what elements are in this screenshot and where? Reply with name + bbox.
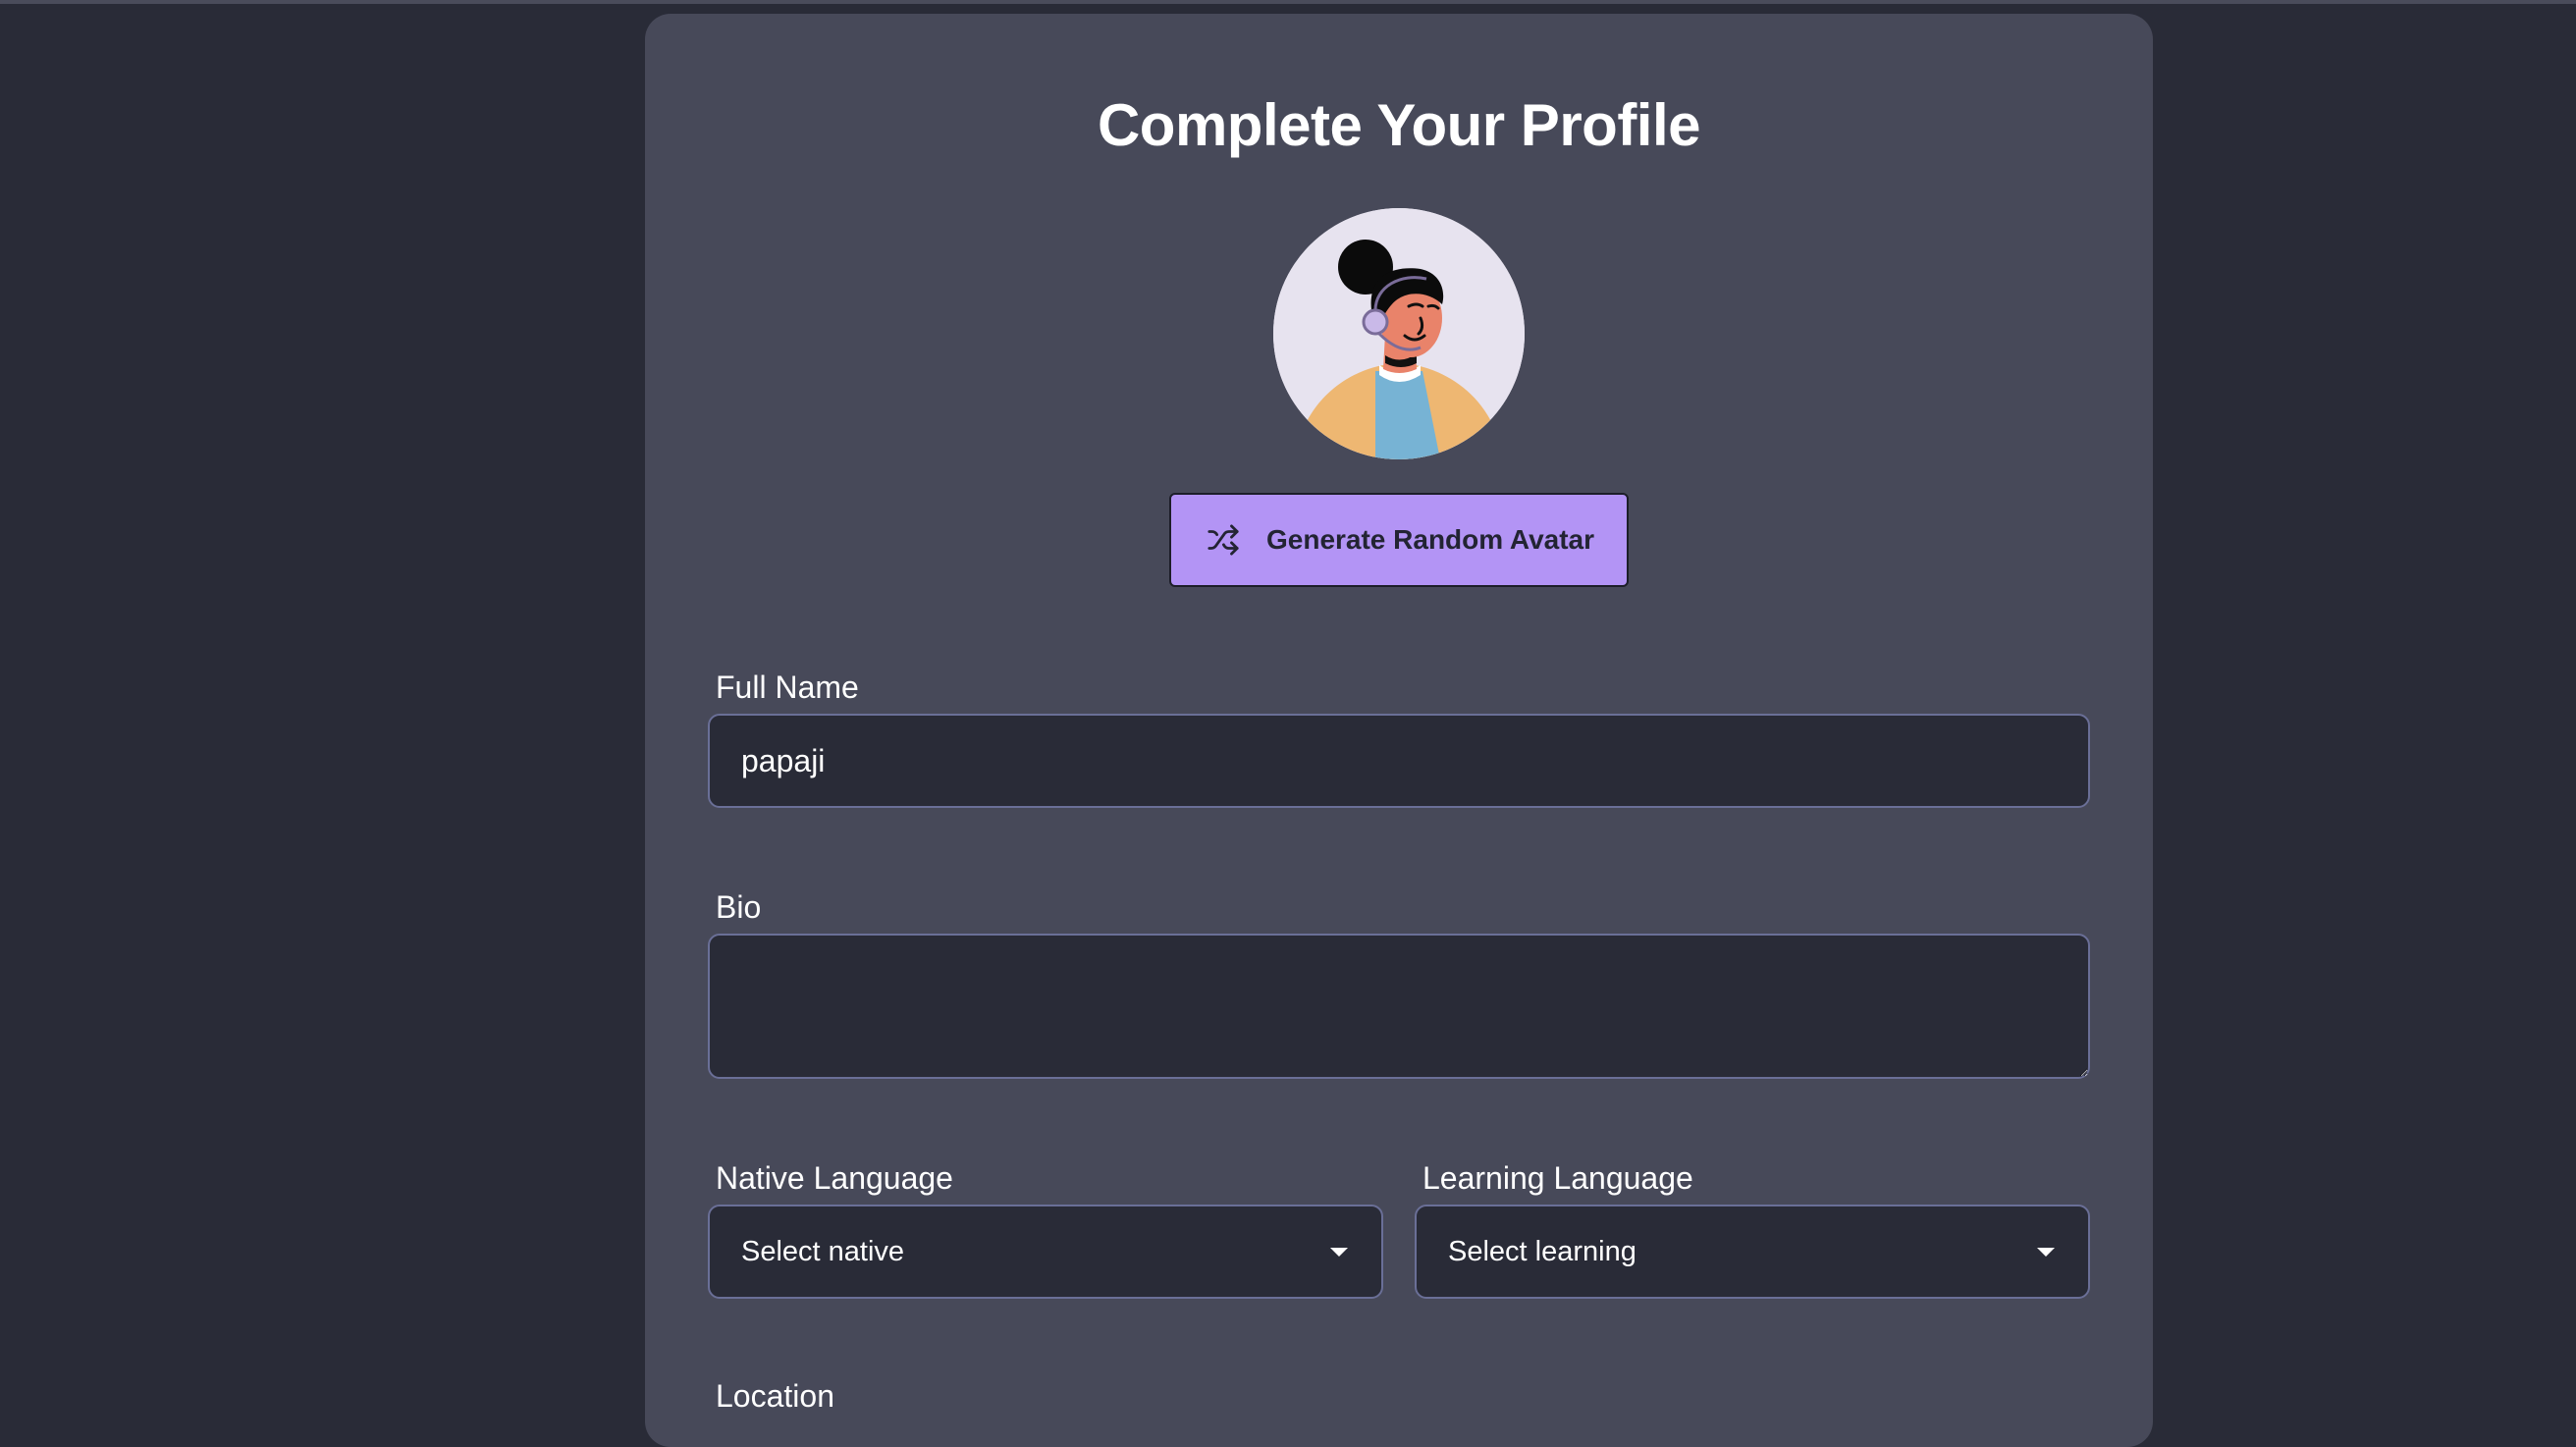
- shuffle-icon: [1204, 520, 1243, 560]
- full-name-input[interactable]: [708, 714, 2090, 808]
- learning-language-label: Learning Language: [1422, 1160, 1693, 1196]
- native-language-selected: Select native: [741, 1235, 905, 1267]
- native-language-select[interactable]: Select native: [708, 1205, 1383, 1299]
- chevron-down-icon: [1330, 1247, 1348, 1257]
- location-label: Location: [716, 1378, 834, 1414]
- chevron-down-icon: [2037, 1247, 2055, 1257]
- full-name-label: Full Name: [716, 670, 859, 705]
- page-title: Complete Your Profile: [1097, 92, 1701, 158]
- avatar-illustration: [1273, 208, 1525, 459]
- learning-language-selected: Select learning: [1448, 1235, 1637, 1267]
- generate-random-avatar-button[interactable]: Generate Random Avatar: [1169, 493, 1629, 587]
- top-border: [0, 0, 2576, 4]
- bio-textarea[interactable]: [708, 934, 2090, 1079]
- learning-language-select[interactable]: Select learning: [1415, 1205, 2090, 1299]
- profile-card: Complete Your Profile Generate Random Av…: [645, 14, 2153, 1447]
- bio-label: Bio: [716, 889, 762, 925]
- generate-random-avatar-label: Generate Random Avatar: [1265, 524, 1595, 555]
- native-language-label: Native Language: [716, 1160, 953, 1196]
- avatar: [1273, 208, 1525, 459]
